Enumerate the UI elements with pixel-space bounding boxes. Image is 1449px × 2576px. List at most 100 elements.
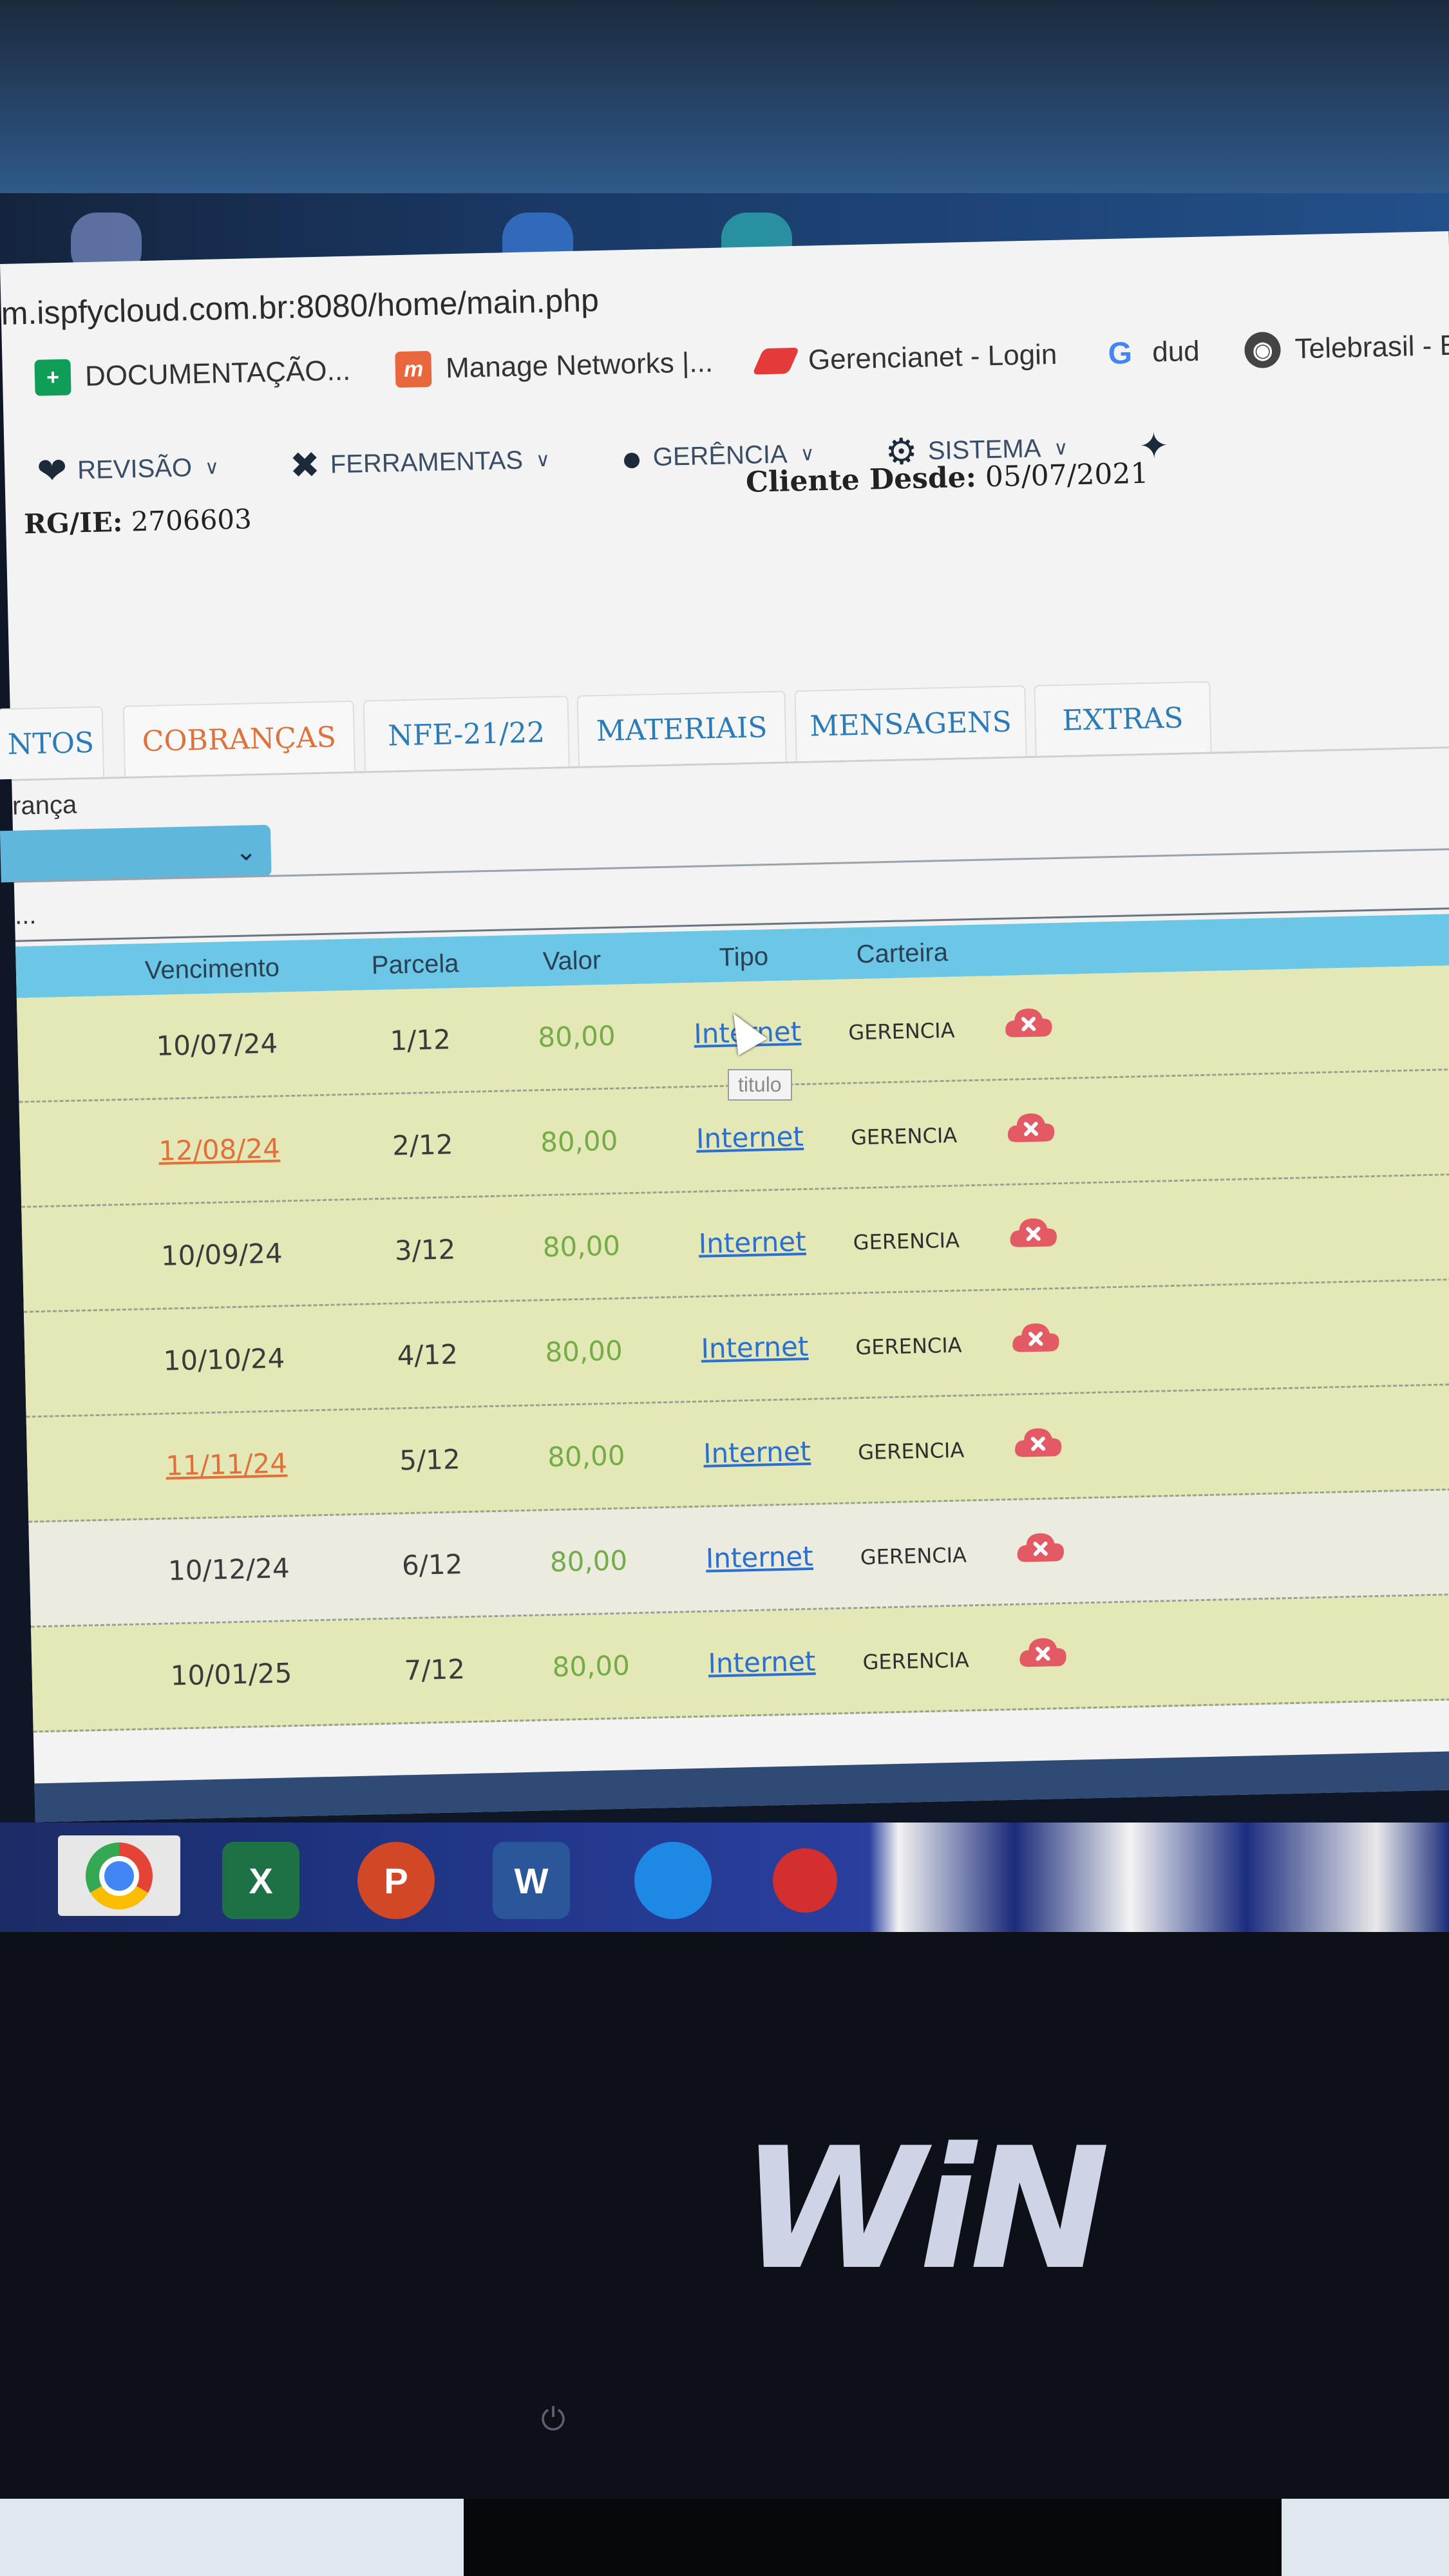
bookmark-telebrasil[interactable]: ◉ Telebrasil - ERBS -... xyxy=(1244,325,1449,369)
app-red-icon[interactable] xyxy=(773,1848,837,1913)
tab-materiais[interactable]: MATERIAIS xyxy=(576,690,787,766)
cloud-delete-icon[interactable] xyxy=(1007,1211,1059,1254)
menu-label: FERRAMENTAS xyxy=(330,446,524,478)
ellipsis-text: ... xyxy=(14,900,37,930)
parcela-cell: 3/12 xyxy=(394,1233,456,1267)
menu-ferramentas[interactable]: ✖ FERRAMENTAS ∨ xyxy=(289,439,551,487)
cloud-delete-icon[interactable] xyxy=(1010,1316,1062,1359)
parcela-cell: 7/12 xyxy=(404,1653,466,1687)
carteira-cell: GERENCIA xyxy=(853,1227,960,1255)
filter-label: rança xyxy=(12,790,77,820)
word-icon[interactable]: W xyxy=(493,1842,570,1919)
carteira-cell: GERENCIA xyxy=(848,1018,955,1045)
bookmark-label: Telebrasil - ERBS -... xyxy=(1294,327,1449,365)
menu-label: REVISÃO xyxy=(77,453,193,484)
user-gear-icon: ● xyxy=(620,437,643,478)
menu-revisao[interactable]: ❤ REVISÃO ∨ xyxy=(37,446,220,492)
cloud-delete-icon[interactable] xyxy=(1012,1421,1064,1464)
parcela-cell: 5/12 xyxy=(399,1443,461,1477)
vencimento-cell: 11/11/24 xyxy=(165,1447,288,1482)
m-logo-icon: m xyxy=(395,350,432,388)
sheets-icon: + xyxy=(34,359,71,396)
heart-check-icon: ❤ xyxy=(36,450,68,491)
vencimento-cell: 10/09/24 xyxy=(160,1237,283,1272)
parcela-cell: 2/12 xyxy=(392,1128,454,1162)
taskbar: X P W xyxy=(0,1823,1449,1932)
carteira-cell: GERENCIA xyxy=(850,1122,958,1150)
tipo-link[interactable]: Internet xyxy=(703,1435,811,1470)
monitor-brand-logo: WiN xyxy=(741,2112,1110,2307)
chevron-down-icon: ∨ xyxy=(535,449,551,471)
vencimento-cell: 10/01/25 xyxy=(170,1657,292,1692)
parcela-cell: 1/12 xyxy=(389,1023,451,1057)
client-since-label: Cliente Desde: xyxy=(745,460,977,499)
tipo-link[interactable]: Internet xyxy=(701,1331,809,1365)
valor-cell: 80,00 xyxy=(542,1229,621,1264)
tooltip: titulo xyxy=(728,1069,792,1101)
tab-bar: NTOS COBRANÇAS NFE-21/22 MATERIAIS MENSA… xyxy=(0,674,1449,781)
chevron-down-icon: ∨ xyxy=(800,442,815,465)
address-bar[interactable]: m.ispfycloud.com.br:8080/home/main.php xyxy=(1,281,599,332)
tools-icon: ✖ xyxy=(289,444,321,486)
chevron-down-icon: ⌄ xyxy=(234,837,258,866)
gerencianet-icon xyxy=(752,347,800,375)
valor-cell: 80,00 xyxy=(540,1124,618,1159)
powerpoint-icon[interactable]: P xyxy=(357,1842,435,1919)
chevron-down-icon: ∨ xyxy=(204,456,220,478)
tipo-link[interactable]: Internet xyxy=(698,1226,806,1260)
globe-icon: ◉ xyxy=(1244,331,1282,369)
bookmark-label: DOCUMENTAÇÃO... xyxy=(84,354,351,393)
bookmark-dud[interactable]: G dud xyxy=(1102,334,1200,372)
cloud-delete-icon[interactable] xyxy=(1017,1631,1069,1674)
bookmark-manage-networks[interactable]: m Manage Networks |... xyxy=(395,345,714,388)
carteira-cell: GERENCIA xyxy=(862,1647,970,1675)
tipo-link[interactable]: Internet xyxy=(696,1121,804,1155)
bookmark-gerencianet[interactable]: Gerencianet - Login xyxy=(752,338,1057,378)
column-header-tipo[interactable]: Tipo xyxy=(719,942,768,972)
bookmark-label: dud xyxy=(1151,335,1200,368)
rg-value: 2706603 xyxy=(131,503,252,538)
excel-icon[interactable]: X xyxy=(222,1842,299,1919)
rg-label: RG/IE: xyxy=(23,506,123,540)
vencimento-cell: 10/10/24 xyxy=(163,1342,285,1377)
bookmark-documentacao[interactable]: + DOCUMENTAÇÃO... xyxy=(34,353,351,396)
column-header-valor[interactable]: Valor xyxy=(542,946,601,976)
tab-extras[interactable]: EXTRAS xyxy=(1034,681,1212,756)
monitor-stand xyxy=(464,2499,1282,2576)
page-footer-bar xyxy=(34,1750,1449,1823)
carteira-cell: GERENCIA xyxy=(857,1437,965,1465)
vencimento-cell: 10/12/24 xyxy=(167,1552,290,1587)
google-icon: G xyxy=(1108,336,1133,371)
bookmark-label: Gerencianet - Login xyxy=(808,338,1057,376)
power-icon[interactable]: ⏻ xyxy=(541,2402,565,2438)
cobranca-select[interactable]: ⌄ xyxy=(0,824,272,883)
valor-cell: 80,00 xyxy=(537,1019,616,1054)
parcela-cell: 6/12 xyxy=(401,1548,463,1582)
winbox-icon[interactable] xyxy=(634,1842,712,1919)
tab-nfe[interactable]: NFE-21/22 xyxy=(363,696,570,772)
chrome-icon[interactable] xyxy=(58,1835,180,1916)
cloud-delete-icon[interactable] xyxy=(1014,1526,1066,1569)
cloud-delete-icon[interactable] xyxy=(1002,1001,1054,1044)
valor-cell: 80,00 xyxy=(552,1649,630,1683)
valor-cell: 80,00 xyxy=(547,1439,626,1473)
chevron-down-icon: ∨ xyxy=(1053,437,1068,459)
tipo-link[interactable]: Internet xyxy=(705,1540,813,1575)
valor-cell: 80,00 xyxy=(544,1334,623,1368)
client-since-value: 05/07/2021 xyxy=(985,457,1150,494)
valor-cell: 80,00 xyxy=(549,1544,628,1578)
tab-ntos[interactable]: NTOS xyxy=(0,706,105,780)
tab-mensagens[interactable]: MENSAGENS xyxy=(794,685,1027,762)
parcela-cell: 4/12 xyxy=(397,1338,459,1372)
cloud-delete-icon[interactable] xyxy=(1005,1106,1057,1149)
column-header-vencimento[interactable]: Vencimento xyxy=(144,953,279,985)
tipo-link[interactable]: Internet xyxy=(708,1645,816,1680)
monitor-bezel xyxy=(0,1932,1449,2499)
column-header-carteira[interactable]: Carteira xyxy=(856,938,948,969)
bookmarks-bar: + DOCUMENTAÇÃO... m Manage Networks |...… xyxy=(34,325,1449,396)
column-header-parcela[interactable]: Parcela xyxy=(371,949,459,980)
vencimento-cell: 10/07/24 xyxy=(156,1027,278,1062)
carteira-cell: GERENCIA xyxy=(855,1332,962,1360)
tab-cobrancas[interactable]: COBRANÇAS xyxy=(122,700,356,777)
carteira-cell: GERENCIA xyxy=(860,1542,967,1570)
